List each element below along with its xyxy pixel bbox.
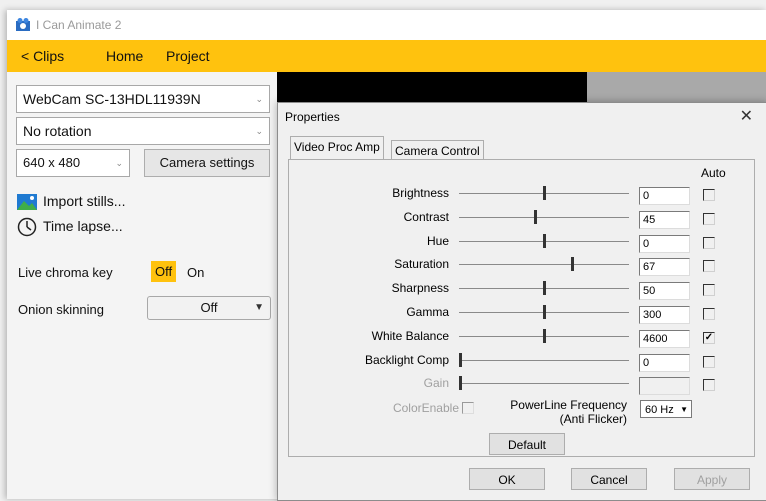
value-field[interactable]: 4600 [639,330,690,348]
import-stills-link[interactable]: Import stills... [17,192,177,212]
camera-select[interactable]: WebCam SC-13HDL11939N ⌄ [16,85,270,113]
tab-panel-video-proc-amp: Auto Brightness 0 Contrast 45 Hue 0 Saturation… [288,159,755,457]
nav-project[interactable]: Project [166,48,210,64]
apply-button[interactable]: Apply [674,468,750,490]
rotation-select-value: No rotation [23,123,92,139]
row-label: Saturation [394,257,449,271]
value-field[interactable]: 50 [639,282,690,300]
ok-button[interactable]: OK [469,468,545,490]
image-icon [17,194,37,210]
auto-checkbox[interactable] [703,189,715,201]
app-titlebar: I Can Animate 2 [7,10,766,40]
nav-home[interactable]: Home [106,48,143,64]
slider-thumb[interactable] [571,257,574,271]
onion-skinning-select[interactable]: Off ▼ [147,296,271,320]
property-slider[interactable] [459,305,629,319]
value-field[interactable]: 45 [639,211,690,229]
row-label: Contrast [403,210,449,224]
auto-checkbox[interactable] [703,237,715,249]
chevron-down-icon: ⌄ [115,158,123,168]
tab-video-proc-amp[interactable]: Video Proc Amp [290,136,384,159]
value-field[interactable]: 0 [639,354,690,372]
default-button[interactable]: Default [489,433,565,455]
slider-thumb[interactable] [534,210,537,224]
chroma-on-toggle[interactable]: On [187,265,204,280]
slider-thumb[interactable] [543,305,546,319]
dropdown-arrow-icon: ▼ [254,302,264,313]
property-slider[interactable] [459,234,629,248]
property-slider[interactable] [459,376,629,390]
dropdown-arrow-icon: ▼ [680,405,688,414]
clock-icon [17,217,37,237]
import-stills-label: Import stills... [43,193,126,209]
slider-track [459,264,629,265]
properties-dialog: Properties ✕ Video Proc Amp Camera Contr… [277,102,766,501]
app-title: I Can Animate 2 [36,18,122,32]
property-slider[interactable] [459,210,629,224]
nav-clips[interactable]: < Clips [21,48,64,64]
time-lapse-link[interactable]: Time lapse... [17,216,177,238]
property-slider[interactable] [459,329,629,343]
value-field[interactable]: 67 [639,258,690,276]
slider-track [459,383,629,384]
row-label: Hue [426,234,449,248]
slider-thumb[interactable] [459,376,462,390]
row-label: Brightness [392,186,449,200]
preview-right-area [587,72,766,102]
auto-column-label: Auto [701,166,726,180]
value-field[interactable] [639,377,690,395]
color-enable-label: ColorEnable [392,401,459,415]
close-icon[interactable]: ✕ [740,106,753,126]
rotation-select[interactable]: No rotation ⌄ [16,117,270,145]
color-enable-checkbox[interactable] [462,402,474,414]
dialog-title: Properties [285,110,340,124]
onion-skinning-label: Onion skinning [18,302,104,317]
property-slider[interactable] [459,353,629,367]
value-field[interactable]: 0 [639,235,690,253]
camera-select-value: WebCam SC-13HDL11939N [23,91,201,107]
chroma-off-toggle[interactable]: Off [151,261,177,282]
auto-checkbox[interactable] [703,356,715,368]
auto-checkbox[interactable] [703,260,715,272]
slider-thumb[interactable] [543,329,546,343]
value-field[interactable]: 300 [639,306,690,324]
property-slider[interactable] [459,257,629,271]
slider-thumb[interactable] [543,186,546,200]
powerline-sublabel: (Anti Flicker) [559,412,627,426]
live-chroma-key-label: Live chroma key [18,265,113,280]
slider-track [459,217,629,218]
cancel-button[interactable]: Cancel [571,468,647,490]
row-label: Backlight Comp [364,353,449,367]
left-panel: WebCam SC-13HDL11939N ⌄ No rotation ⌄ 64… [7,72,277,499]
row-label: White Balance [371,329,449,343]
chevron-down-icon: ⌄ [255,94,263,104]
resolution-select-value: 640 x 480 [23,155,81,170]
tab-camera-control[interactable]: Camera Control [391,140,484,161]
property-slider[interactable] [459,186,629,200]
row-label: Gain [423,376,449,390]
row-label: Sharpness [391,281,449,295]
auto-checkbox[interactable] [703,284,715,296]
powerline-select[interactable]: 60 Hz ▼ [640,400,692,418]
time-lapse-label: Time lapse... [43,218,123,234]
app-logo-icon [16,18,30,31]
app-nav-bar: < Clips Home Project [7,40,766,72]
value-field[interactable]: 0 [639,187,690,205]
resolution-select[interactable]: 640 x 480 ⌄ [16,149,130,177]
auto-checkbox[interactable] [703,308,715,320]
slider-thumb[interactable] [459,353,462,367]
auto-checkbox[interactable] [703,213,715,225]
auto-checkbox[interactable] [703,332,715,344]
chevron-down-icon: ⌄ [255,126,263,136]
slider-thumb[interactable] [543,281,546,295]
row-label: Gamma [406,305,449,319]
powerline-label: PowerLine Frequency [510,398,627,412]
slider-thumb[interactable] [543,234,546,248]
property-slider[interactable] [459,281,629,295]
powerline-value: 60 Hz [645,404,674,416]
camera-settings-button[interactable]: Camera settings [144,149,270,177]
auto-checkbox[interactable] [703,379,715,391]
slider-track [459,360,629,361]
onion-skinning-value: Off [200,300,218,315]
